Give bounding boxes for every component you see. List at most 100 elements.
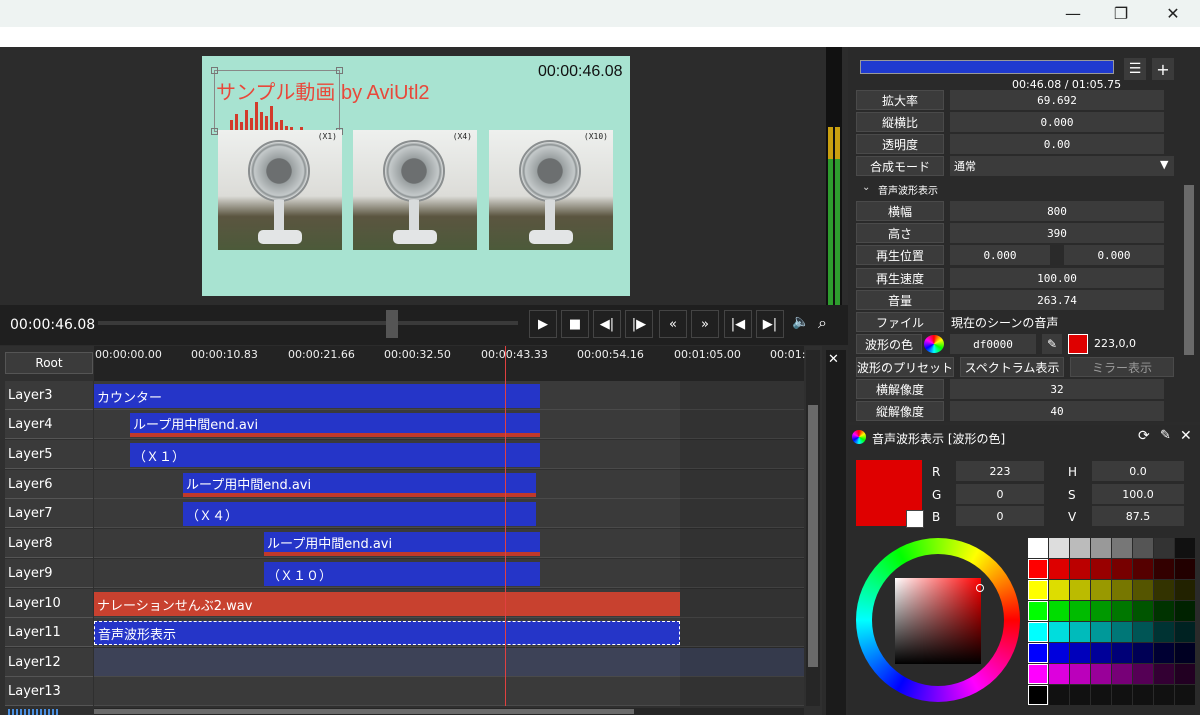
palette-swatch[interactable] bbox=[1154, 643, 1174, 663]
palette-swatch[interactable] bbox=[1070, 664, 1090, 684]
prop-value[interactable]: 0.00 bbox=[950, 134, 1164, 154]
layer-label[interactable]: Layer4 bbox=[5, 410, 93, 439]
color-wheel-icon[interactable] bbox=[924, 335, 944, 353]
palette-swatch[interactable] bbox=[1028, 601, 1048, 621]
r-field[interactable]: 223 bbox=[956, 461, 1044, 481]
palette-swatch[interactable] bbox=[1133, 622, 1153, 642]
palette-swatch[interactable] bbox=[1028, 685, 1048, 705]
prop-value[interactable]: 32 bbox=[950, 379, 1164, 399]
palette-swatch[interactable] bbox=[1154, 685, 1174, 705]
seek-track[interactable] bbox=[98, 321, 518, 325]
props-scroll-thumb[interactable] bbox=[1184, 185, 1194, 355]
color-hex[interactable]: df0000 bbox=[950, 334, 1036, 354]
resize-handle[interactable] bbox=[211, 128, 218, 135]
refresh-icon[interactable]: ⟳ bbox=[1138, 428, 1150, 444]
eyedropper-icon[interactable]: ✎ bbox=[1042, 334, 1062, 354]
palette-swatch[interactable] bbox=[1049, 643, 1069, 663]
spectrum-toggle[interactable]: スペクトラム表示 bbox=[960, 357, 1064, 377]
palette-swatch[interactable] bbox=[1028, 664, 1048, 684]
palette-swatch[interactable] bbox=[1091, 538, 1111, 558]
layer-label[interactable]: Layer3 bbox=[5, 381, 93, 410]
mirror-toggle[interactable]: ミラー表示 bbox=[1070, 357, 1174, 377]
palette-swatch[interactable] bbox=[1049, 664, 1069, 684]
resize-handle[interactable] bbox=[211, 67, 218, 74]
previous-color-swatch[interactable] bbox=[906, 510, 924, 528]
palette-swatch[interactable] bbox=[1049, 559, 1069, 579]
palette-swatch[interactable] bbox=[1091, 664, 1111, 684]
palette-swatch[interactable] bbox=[1070, 601, 1090, 621]
horizontal-scroll-thumb[interactable] bbox=[94, 709, 634, 714]
color-swatch[interactable] bbox=[1068, 334, 1088, 354]
layer-label[interactable]: Layer13 bbox=[5, 677, 93, 706]
sv-square[interactable] bbox=[895, 578, 981, 664]
palette-swatch[interactable] bbox=[1091, 559, 1111, 579]
close-button[interactable]: ✕ bbox=[1148, 0, 1198, 27]
timeline-clip[interactable]: ナレーションせんぶ2.wav bbox=[94, 592, 680, 616]
layer-label[interactable]: Layer11 bbox=[5, 618, 93, 647]
palette-swatch[interactable] bbox=[1175, 559, 1195, 579]
palette-swatch[interactable] bbox=[1175, 622, 1195, 642]
palette-swatch[interactable] bbox=[1133, 559, 1153, 579]
eyedropper-icon[interactable]: ✎ bbox=[1160, 428, 1171, 443]
timeline-clip[interactable]: （Ｘ１） bbox=[130, 443, 540, 467]
seek-thumb[interactable] bbox=[386, 310, 398, 338]
palette-swatch[interactable] bbox=[1133, 664, 1153, 684]
palette-swatch[interactable] bbox=[1091, 685, 1111, 705]
palette-swatch[interactable] bbox=[1133, 601, 1153, 621]
zoom-icon[interactable]: ⌕ bbox=[818, 313, 827, 333]
palette-swatch[interactable] bbox=[1175, 664, 1195, 684]
palette-swatch[interactable] bbox=[1154, 664, 1174, 684]
g-field[interactable]: 0 bbox=[956, 484, 1044, 504]
zoom-slider[interactable] bbox=[8, 709, 60, 715]
palette-swatch[interactable] bbox=[1028, 643, 1048, 663]
prop-value[interactable]: 100.00 bbox=[950, 268, 1164, 288]
timeline-clip[interactable]: カウンター bbox=[94, 384, 540, 408]
prop-value[interactable]: 263.74 bbox=[950, 290, 1164, 310]
palette-swatch[interactable] bbox=[1175, 580, 1195, 600]
prop-value[interactable]: 800 bbox=[950, 201, 1164, 221]
maximize-button[interactable]: ❐ bbox=[1096, 0, 1146, 27]
palette-swatch[interactable] bbox=[1154, 580, 1174, 600]
prop-value[interactable]: 40 bbox=[950, 401, 1164, 421]
timeline-clip[interactable]: （Ｘ１０） bbox=[264, 562, 540, 586]
go-end-button[interactable]: ▶| bbox=[756, 310, 784, 338]
palette-swatch[interactable] bbox=[1070, 538, 1090, 558]
sv-cursor[interactable] bbox=[976, 584, 984, 592]
go-start-button[interactable]: |◀ bbox=[724, 310, 752, 338]
vertical-scroll-thumb[interactable] bbox=[808, 405, 818, 667]
close-icon[interactable]: ✕ bbox=[828, 352, 839, 367]
layer-label[interactable]: Layer8 bbox=[5, 529, 93, 558]
chevron-down-icon[interactable]: ▼ bbox=[1160, 158, 1168, 171]
timeline-clip[interactable]: （Ｘ４） bbox=[183, 502, 536, 526]
panel-splitter[interactable] bbox=[826, 350, 846, 715]
palette-swatch[interactable] bbox=[1028, 538, 1048, 558]
palette-swatch[interactable] bbox=[1133, 538, 1153, 558]
layer-label[interactable]: Layer9 bbox=[5, 559, 93, 588]
palette-swatch[interactable] bbox=[1133, 580, 1153, 600]
play-button[interactable]: ▶ bbox=[529, 310, 557, 338]
prop-value[interactable]: 0.000 bbox=[950, 245, 1050, 265]
preset-button[interactable]: 波形のプリセット bbox=[856, 357, 954, 377]
palette-swatch[interactable] bbox=[1112, 538, 1132, 558]
palette-swatch[interactable] bbox=[1112, 664, 1132, 684]
palette-swatch[interactable] bbox=[1070, 622, 1090, 642]
timeline-clip[interactable]: ループ用中間end.avi bbox=[264, 532, 540, 556]
palette-swatch[interactable] bbox=[1070, 580, 1090, 600]
b-field[interactable]: 0 bbox=[956, 506, 1044, 526]
v-field[interactable]: 87.5 bbox=[1092, 506, 1184, 526]
layer-label[interactable]: Layer7 bbox=[5, 499, 93, 528]
add-icon[interactable]: + bbox=[1152, 58, 1174, 80]
palette-swatch[interactable] bbox=[1133, 685, 1153, 705]
list-icon[interactable]: ☰ bbox=[1124, 58, 1146, 80]
layer-label[interactable]: Layer10 bbox=[5, 589, 93, 618]
timeline-clip[interactable]: 音声波形表示 bbox=[94, 621, 680, 645]
palette-swatch[interactable] bbox=[1070, 685, 1090, 705]
palette-swatch[interactable] bbox=[1091, 601, 1111, 621]
color-palette[interactable] bbox=[1028, 538, 1196, 706]
palette-swatch[interactable] bbox=[1112, 685, 1132, 705]
palette-swatch[interactable] bbox=[1028, 622, 1048, 642]
blend-mode-select[interactable]: 通常 bbox=[950, 156, 1174, 176]
palette-swatch[interactable] bbox=[1154, 559, 1174, 579]
rewind-button[interactable]: « bbox=[659, 310, 687, 338]
palette-swatch[interactable] bbox=[1091, 580, 1111, 600]
